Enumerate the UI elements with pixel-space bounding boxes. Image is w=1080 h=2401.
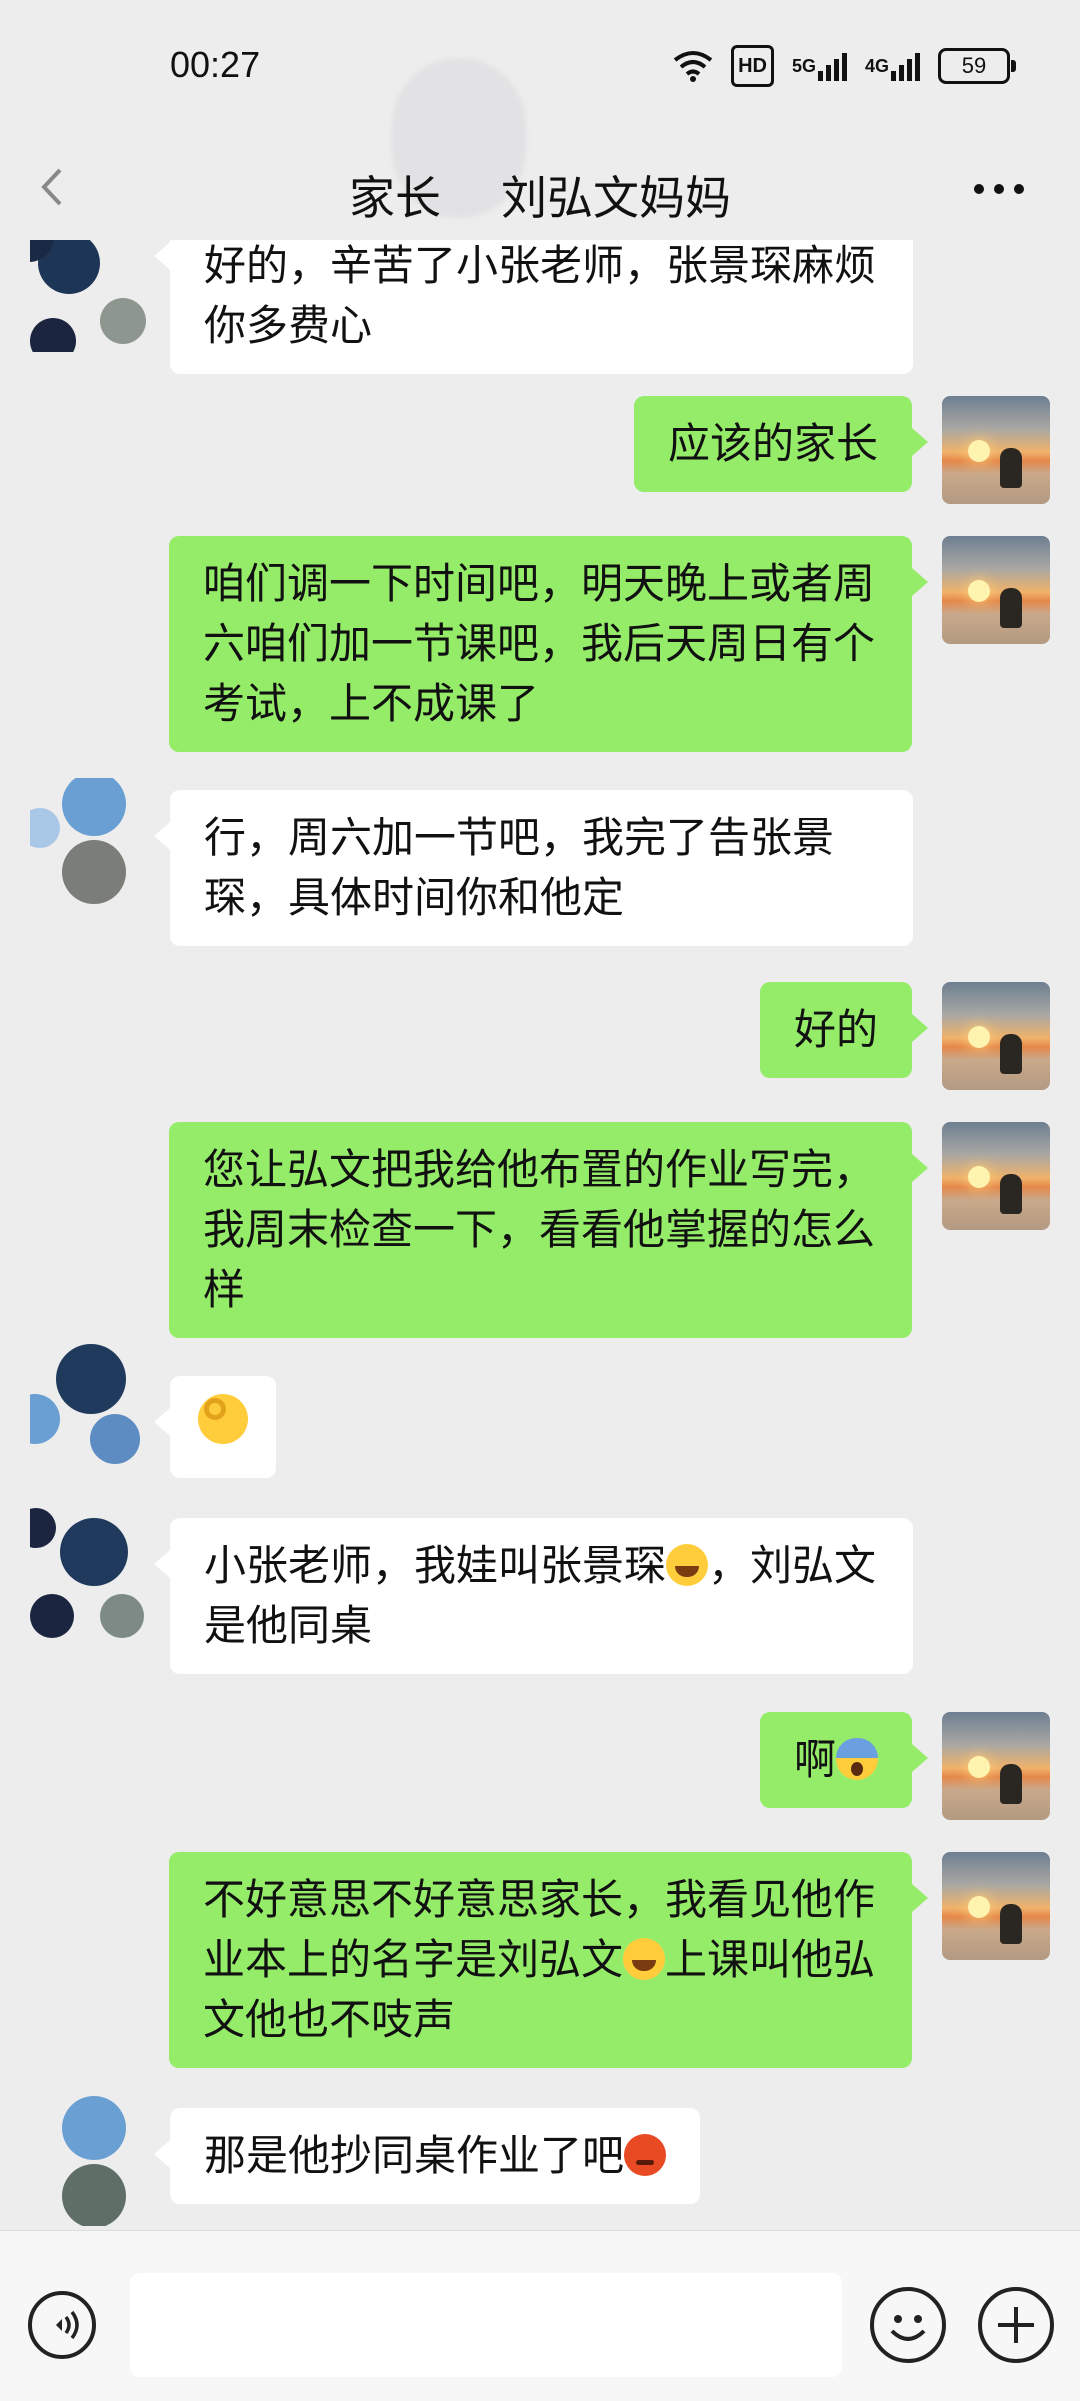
more-dots-icon[interactable] (974, 174, 1030, 204)
message-bubble-out[interactable]: 您让弘文把我给他布置的作业写完，我周末检查一下，看看他掌握的怎么样 (169, 1122, 928, 1338)
message-bubble-in[interactable]: 好的，辛苦了小张老师，张景琛麻烦你多费心 (154, 240, 913, 374)
message-text: 行，周六加一节吧，我完了告张景琛，具体时间你和他定 (204, 813, 835, 922)
message-text: 好的，辛苦了小张老师，张景琛麻烦你多费心 (204, 241, 877, 350)
contact-avatar[interactable] (30, 1344, 150, 1474)
message-bubble-in[interactable]: 那是他抄同桌作业了吧 (153, 2108, 701, 2204)
status-icons: HD 5G 4G 59 (673, 44, 1016, 88)
signal-5g-label: 5G (791, 55, 816, 76)
ok-hand-icon (198, 1394, 248, 1444)
signal-4g-label: 4G (864, 55, 889, 76)
message-bubble-out[interactable]: 好的 (759, 982, 929, 1078)
signal-4g-icon: 4G (865, 48, 920, 84)
message-text: 那是他抄同桌作业了吧 (204, 2131, 625, 2180)
my-avatar[interactable] (942, 982, 1050, 1090)
contact-avatar[interactable] (30, 1508, 150, 1638)
message-text: 好的 (793, 1005, 878, 1054)
message-text: 应该的家长 (667, 419, 878, 468)
chat-title-suffix: 刘弘文妈妈 (501, 171, 731, 225)
message-bubble-in[interactable]: 行，周六加一节吧，我完了告张景琛，具体时间你和他定 (154, 790, 913, 946)
message-text: 咱们调一下时间吧，明天晚上或者周六咱们加一节课吧，我后天周日有个考试，上不成课了 (203, 559, 876, 728)
angry-face-icon (624, 2134, 667, 2176)
my-avatar[interactable] (942, 1852, 1050, 1960)
message-bubble-out[interactable]: 啊 (759, 1712, 929, 1808)
message-bubble-out[interactable]: 咱们调一下时间吧，明天晚上或者周六咱们加一节课吧，我后天周日有个考试，上不成课了 (169, 536, 928, 752)
my-avatar[interactable] (942, 536, 1050, 644)
emoji-smile-icon[interactable] (870, 2287, 946, 2363)
message-bubble-out[interactable]: 应该的家长 (633, 396, 929, 492)
status-bar: 00:27 HD 5G 4G 59 (0, 0, 1080, 218)
plus-icon[interactable] (978, 2287, 1054, 2363)
message-text: 您让弘文把我给他布置的作业写完，我周末检查一下，看看他掌握的怎么样 (203, 1145, 876, 1314)
my-avatar[interactable] (942, 1712, 1050, 1820)
my-avatar[interactable] (942, 396, 1050, 504)
chat-title: 家长 刘弘文妈妈 (0, 162, 1080, 228)
status-time: 00:27 (170, 44, 261, 85)
title-bar: 家长 刘弘文妈妈 (0, 140, 1080, 240)
message-bubble-in[interactable] (154, 1376, 276, 1478)
laugh-tears-icon (623, 1938, 666, 1980)
battery-level: 59 (961, 53, 987, 78)
hd-badge: HD (731, 45, 774, 87)
message-list[interactable]: 好的，辛苦了小张老师，张景琛麻烦你多费心 应该的家长 咱们调一下时间吧，明天晚上… (0, 240, 1080, 2230)
input-bar (0, 2230, 1080, 2401)
message-bubble-in[interactable]: 小张老师，我娃叫张景琛 ，刘弘文是他同桌 (154, 1518, 913, 1674)
message-text: 啊 (793, 1735, 836, 1784)
laugh-tears-icon (666, 1544, 709, 1586)
voice-icon[interactable] (28, 2291, 96, 2359)
screaming-face-icon (836, 1738, 878, 1780)
signal-5g-icon: 5G (792, 48, 847, 84)
wifi-icon (673, 48, 713, 84)
contact-avatar[interactable] (30, 2096, 150, 2226)
message-input[interactable] (130, 2273, 842, 2377)
contact-avatar[interactable] (30, 778, 150, 908)
contact-avatar[interactable] (30, 240, 150, 352)
battery-icon: 59 (938, 48, 1016, 84)
my-avatar[interactable] (942, 1122, 1050, 1230)
message-text-a: 小张老师，我娃叫张景琛 (204, 1541, 667, 1590)
chat-title-prefix: 家长 (349, 171, 441, 225)
message-bubble-out[interactable]: 不好意思不好意思家长，我看见他作业本上的名字是刘弘文 上课叫他弘文他也不吱声 (169, 1852, 928, 2068)
